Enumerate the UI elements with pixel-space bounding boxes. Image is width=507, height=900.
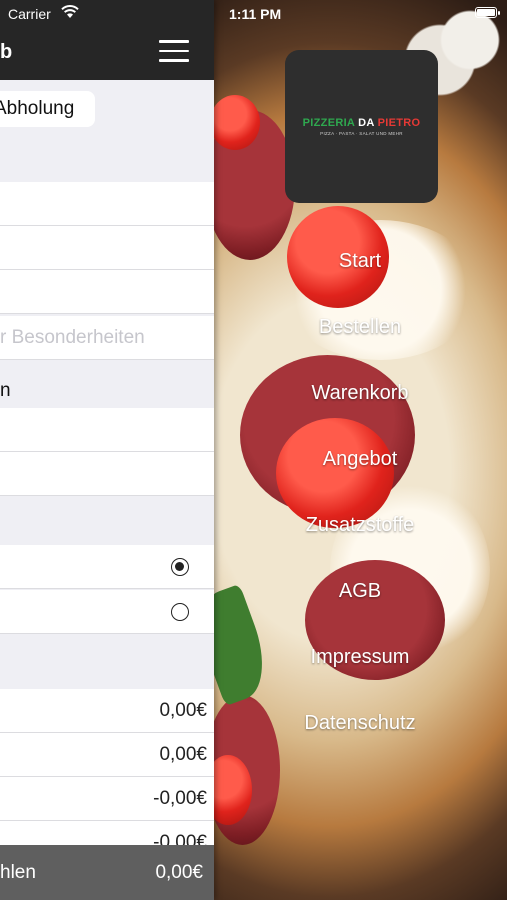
- notes-field[interactable]: r Besonderheiten: [0, 316, 214, 360]
- menu-item-warenkorb[interactable]: Warenkorb: [311, 360, 408, 426]
- delivery-type-selector[interactable]: Abholung: [0, 91, 95, 127]
- section-label: n: [0, 380, 11, 401]
- nav-bar: Carrier b: [0, 0, 214, 80]
- side-menu: Start Bestellen Warenkorb Angebot Zusatz…: [285, 228, 435, 756]
- menu-item-zusatzstoffe[interactable]: Zusatzstoffe: [306, 492, 415, 558]
- price-row: 0,00€: [0, 733, 214, 777]
- price-value: 0,00€: [159, 700, 207, 721]
- battery-icon: [475, 7, 500, 18]
- menu-item-angebot[interactable]: Angebot: [323, 426, 398, 492]
- radio-selected-icon[interactable]: [171, 558, 189, 576]
- notes-placeholder: r Besonderheiten: [0, 327, 145, 348]
- status-time: 1:11 PM: [229, 6, 282, 22]
- radio-unselected-icon[interactable]: [171, 603, 189, 621]
- payment-option-row[interactable]: [0, 590, 214, 634]
- time-field[interactable]: [0, 408, 214, 452]
- menu-item-impressum[interactable]: Impressum: [311, 624, 410, 690]
- carrier-label: Carrier: [8, 6, 51, 22]
- price-row: -0,00€: [0, 777, 214, 821]
- hamburger-menu-icon[interactable]: [159, 40, 189, 62]
- cart-screen-panel: Carrier b Abholung r Besonderheiten n 0,…: [0, 0, 214, 900]
- menu-item-bestellen[interactable]: Bestellen: [319, 294, 401, 360]
- menu-item-start[interactable]: Start: [339, 228, 381, 294]
- price-value: -0,00€: [153, 788, 207, 809]
- price-value: 0,00€: [159, 744, 207, 765]
- logo-wordmark: PIZZERIA DA PIETRO: [302, 117, 421, 129]
- wifi-icon: [61, 5, 79, 18]
- address-field[interactable]: [0, 226, 214, 270]
- footer-total: 0,00€: [155, 862, 203, 883]
- restaurant-logo: PIZZERIA DA PIETRO PIZZA · PASTA · SALAT…: [285, 50, 438, 203]
- checkout-footer-button[interactable]: hlen 0,00€: [0, 845, 214, 900]
- address-field[interactable]: [0, 182, 214, 226]
- price-row: 0,00€: [0, 689, 214, 733]
- payment-option-row[interactable]: [0, 545, 214, 589]
- logo-subtitle: PIZZA · PASTA · SALAT UND MEHR: [320, 131, 403, 136]
- time-field[interactable]: [0, 452, 214, 496]
- menu-item-agb[interactable]: AGB: [339, 558, 381, 624]
- page-title: b: [0, 41, 13, 63]
- footer-label: hlen: [0, 862, 36, 883]
- address-field[interactable]: [0, 270, 214, 314]
- menu-item-datenschutz[interactable]: Datenschutz: [304, 690, 415, 756]
